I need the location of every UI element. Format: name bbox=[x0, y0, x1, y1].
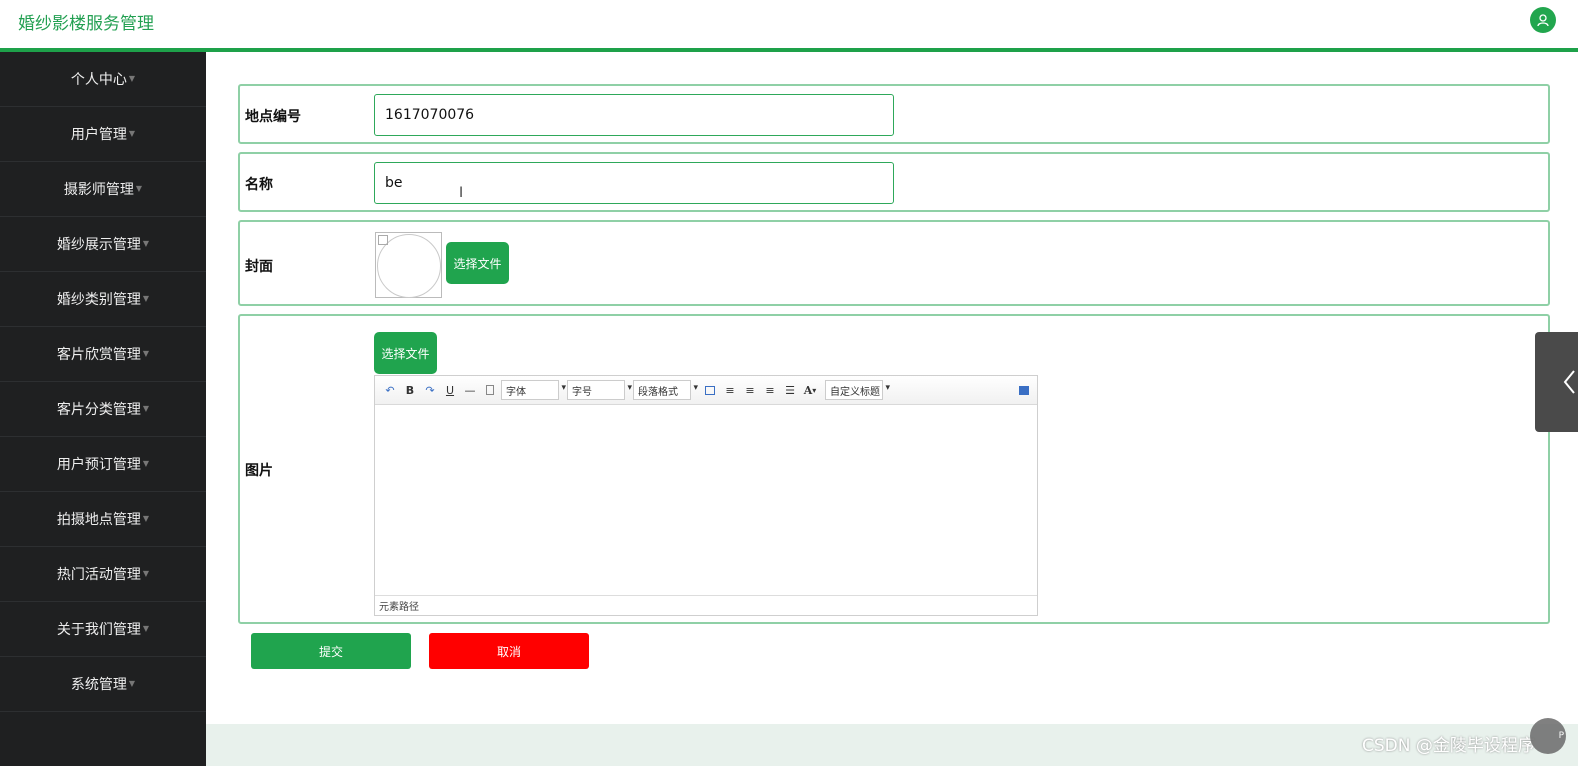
editor-toolbar: ↶ B ↷ U — 字体 字号 段落格式 ≡ ≡ ≡ ☰ A▾ 自定义标题 bbox=[375, 376, 1037, 405]
sidebar-item-bookings[interactable]: 用户预订管理 ▼ bbox=[0, 437, 206, 492]
sidebar-item-label: 婚纱类别管理 bbox=[56, 292, 141, 308]
caret-down-icon: ▼ bbox=[142, 513, 150, 523]
table-icon[interactable] bbox=[701, 381, 719, 399]
cancel-button[interactable]: 取消 bbox=[429, 633, 589, 669]
form-row-code: 地点编号 1617070076 bbox=[238, 84, 1550, 144]
sidebar-item-label: 婚纱展示管理 bbox=[56, 237, 141, 253]
custom-heading-select[interactable]: 自定义标题 bbox=[825, 380, 890, 400]
sidebar-item-label: 关于我们管理 bbox=[56, 622, 141, 638]
watermark-text: CSDN @金陵毕设程序 bbox=[1362, 736, 1535, 756]
main-content: 地点编号 1617070076 名称 be 封面 选择文件 图片 选择文件 ↶ … bbox=[206, 52, 1578, 766]
caret-down-icon: ▼ bbox=[142, 458, 150, 468]
user-icon[interactable] bbox=[1530, 7, 1556, 33]
sidebar-item-label: 摄影师管理 bbox=[63, 182, 134, 198]
sidebar-item-personal-center[interactable]: 个人中心 ▼ bbox=[0, 52, 206, 107]
font-family-select[interactable]: 字体 bbox=[501, 380, 566, 400]
sidebar-item-label: 热门活动管理 bbox=[56, 567, 141, 583]
sidebar-item-label: 客片分类管理 bbox=[56, 402, 141, 418]
underline-icon[interactable]: U bbox=[441, 381, 459, 399]
redo-icon[interactable]: ↷ bbox=[421, 381, 439, 399]
caret-down-icon: ▼ bbox=[142, 293, 150, 303]
sidebar-item-client-category[interactable]: 客片分类管理 ▼ bbox=[0, 382, 206, 437]
undo-icon[interactable]: ↶ bbox=[381, 381, 399, 399]
app-title: 婚纱影楼服务管理 bbox=[18, 14, 154, 34]
paragraph-format-select[interactable]: 段落格式 bbox=[633, 380, 698, 400]
cover-image-preview bbox=[375, 232, 442, 298]
chevron-left-icon bbox=[1563, 370, 1575, 394]
caret-down-icon: ▼ bbox=[142, 568, 150, 578]
sidebar-item-label: 用户预订管理 bbox=[56, 457, 141, 473]
image-choose-file-button[interactable]: 选择文件 bbox=[374, 332, 437, 374]
broken-image-icon bbox=[378, 235, 388, 245]
editor-status-bar: 元素路径 bbox=[375, 595, 1037, 615]
caret-down-icon: ▼ bbox=[142, 403, 150, 413]
submit-button[interactable]: 提交 bbox=[251, 633, 411, 669]
sidebar-item-client-gallery[interactable]: 客片欣赏管理 ▼ bbox=[0, 327, 206, 382]
cover-label: 封面 bbox=[245, 259, 273, 275]
name-label: 名称 bbox=[245, 177, 273, 193]
name-input[interactable]: be bbox=[374, 162, 894, 204]
page-icon[interactable] bbox=[481, 381, 499, 399]
sidebar-item-label: 拍摄地点管理 bbox=[56, 512, 141, 528]
sidebar-item-dress-category[interactable]: 婚纱类别管理 ▼ bbox=[0, 272, 206, 327]
caret-down-icon: ▼ bbox=[128, 128, 136, 138]
sidebar-item-label: 系统管理 bbox=[70, 677, 127, 693]
rich-text-editor: ↶ B ↷ U — 字体 字号 段落格式 ≡ ≡ ≡ ☰ A▾ 自定义标题 元素 bbox=[374, 375, 1038, 616]
sidebar: 个人中心 ▼ 用户管理 ▼ 摄影师管理 ▼ 婚纱展示管理 ▼ 婚纱类别管理 ▼ 客片欣赏管… bbox=[0, 52, 206, 766]
image-label: 图片 bbox=[245, 463, 273, 479]
sidebar-item-locations[interactable]: 拍摄地点管理 ▼ bbox=[0, 492, 206, 547]
font-color-icon[interactable]: A ▾ bbox=[801, 381, 819, 399]
sidebar-item-system[interactable]: 系统管理 ▼ bbox=[0, 657, 206, 712]
sidebar-item-dress-display[interactable]: 婚纱展示管理 ▼ bbox=[0, 217, 206, 272]
sidebar-item-label: 个人中心 bbox=[70, 72, 127, 88]
caret-down-icon: ▼ bbox=[135, 183, 143, 193]
top-bar: 婚纱影楼服务管理 bbox=[0, 0, 1578, 52]
caret-down-icon: ▼ bbox=[128, 73, 136, 83]
horizontal-rule-icon[interactable]: — bbox=[461, 381, 479, 399]
form-row-cover: 封面 选择文件 bbox=[238, 220, 1550, 306]
sidebar-item-activities[interactable]: 热门活动管理 ▼ bbox=[0, 547, 206, 602]
form-row-name: 名称 be bbox=[238, 152, 1550, 212]
code-label: 地点编号 bbox=[245, 109, 301, 125]
corner-badge[interactable]: P bbox=[1530, 718, 1566, 754]
fullscreen-icon[interactable] bbox=[1015, 381, 1033, 399]
sidebar-item-label: 用户管理 bbox=[70, 127, 127, 143]
sidebar-item-photographers[interactable]: 摄影师管理 ▼ bbox=[0, 162, 206, 217]
sidebar-item-label: 客片欣赏管理 bbox=[56, 347, 141, 363]
caret-down-icon: ▼ bbox=[142, 623, 150, 633]
form-row-image: 图片 选择文件 ↶ B ↷ U — 字体 字号 段落格式 ≡ ≡ ≡ ☰ A▾ … bbox=[238, 314, 1550, 624]
text-cursor-icon: I bbox=[459, 185, 464, 201]
collapse-panel-tab[interactable] bbox=[1535, 332, 1578, 432]
code-input[interactable]: 1617070076 bbox=[374, 94, 894, 136]
sidebar-item-users[interactable]: 用户管理 ▼ bbox=[0, 107, 206, 162]
font-size-select[interactable]: 字号 bbox=[567, 380, 632, 400]
sidebar-item-about[interactable]: 关于我们管理 ▼ bbox=[0, 602, 206, 657]
align-center-icon[interactable]: ≡ bbox=[761, 381, 779, 399]
justify-icon[interactable]: ☰ bbox=[781, 381, 799, 399]
caret-down-icon: ▼ bbox=[142, 238, 150, 248]
caret-down-icon: ▼ bbox=[142, 348, 150, 358]
align-left-icon[interactable]: ≡ bbox=[721, 381, 739, 399]
editor-content-area[interactable] bbox=[375, 405, 1037, 595]
cover-choose-file-button[interactable]: 选择文件 bbox=[446, 242, 509, 284]
caret-down-icon: ▼ bbox=[128, 678, 136, 688]
align-right-icon[interactable]: ≡ bbox=[741, 381, 759, 399]
bold-icon[interactable]: B bbox=[401, 381, 419, 399]
